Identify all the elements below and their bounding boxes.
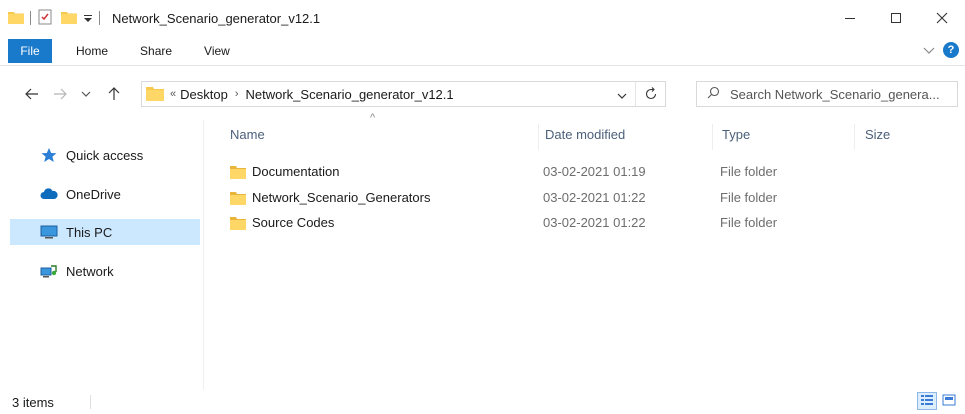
ribbon-right: ? [923, 42, 959, 58]
sidebar-item-this-pc[interactable]: This PC [10, 219, 200, 245]
forward-button[interactable] [50, 84, 70, 104]
overflow-chevron[interactable]: « [170, 88, 176, 100]
column-header-name[interactable]: Name [230, 127, 265, 147]
column-divider[interactable] [712, 124, 713, 150]
sort-indicator: ^ [370, 112, 376, 124]
breadcrumb-current-folder[interactable]: Network_Scenario_generator_v12.1 [246, 87, 454, 102]
file-type: File folder [720, 190, 778, 205]
folder-icon [230, 215, 246, 234]
file-name: Source Codes [252, 215, 335, 230]
sidebar-item-quick-access[interactable]: Quick access [10, 142, 200, 168]
refresh-button[interactable] [635, 82, 665, 106]
file-name: Network_Scenario_Generators [252, 190, 431, 205]
column-divider[interactable] [854, 124, 855, 150]
tab-file[interactable]: File [8, 38, 52, 63]
title-separator [99, 11, 100, 25]
folder-icon [230, 164, 246, 183]
maximize-button[interactable] [873, 0, 919, 36]
star-icon [40, 147, 58, 163]
navigation-pane: Quick access OneDrive This PC Network [0, 120, 203, 386]
file-name: Documentation [252, 164, 340, 179]
toolbar-separator [30, 11, 31, 25]
address-dropdown-icon[interactable] [617, 88, 627, 103]
search-box[interactable] [696, 81, 958, 107]
new-folder-icon[interactable] [61, 10, 77, 27]
column-header-date-modified[interactable]: Date modified [545, 127, 625, 147]
folder-icon [146, 85, 164, 104]
cloud-icon [40, 186, 58, 202]
up-button[interactable] [104, 84, 124, 104]
sidebar-item-label: Network [66, 263, 114, 279]
file-row-documentation[interactable]: Documentation 03-02-2021 01:19 File fold… [226, 160, 906, 184]
customize-toolbar-icon[interactable] [83, 11, 93, 26]
status-divider [90, 395, 91, 409]
details-view-icon [920, 394, 934, 409]
file-date-modified: 03-02-2021 01:19 [543, 164, 646, 179]
breadcrumb-separator[interactable]: › [235, 88, 239, 100]
file-date-modified: 03-02-2021 01:22 [543, 190, 646, 205]
file-date-modified: 03-02-2021 01:22 [543, 215, 646, 230]
breadcrumb-desktop[interactable]: Desktop [180, 87, 228, 102]
tab-share[interactable]: Share [124, 44, 188, 58]
network-icon [40, 263, 58, 279]
sidebar-item-onedrive[interactable]: OneDrive [10, 181, 200, 207]
window-title: Network_Scenario_generator_v12.1 [112, 10, 321, 26]
monitor-icon [40, 224, 58, 240]
properties-icon[interactable] [37, 9, 53, 28]
back-button[interactable] [22, 84, 42, 104]
file-row-source-codes[interactable]: Source Codes 03-02-2021 01:22 File folde… [226, 211, 906, 235]
search-icon [707, 86, 720, 102]
status-bar: 3 items [0, 390, 965, 414]
help-icon[interactable]: ? [943, 42, 959, 58]
navigation-bar: « Desktop › Network_Scenario_generator_v… [0, 66, 965, 120]
file-row-network-scenario-generators[interactable]: Network_Scenario_Generators 03-02-2021 0… [226, 186, 906, 210]
expand-ribbon-icon[interactable] [923, 43, 935, 58]
minimize-button[interactable] [827, 0, 873, 36]
large-icons-view-button[interactable] [939, 392, 959, 410]
tab-view[interactable]: View [188, 44, 246, 58]
large-icons-view-icon [942, 394, 956, 409]
close-button[interactable] [919, 0, 965, 36]
sidebar-item-label: OneDrive [66, 186, 121, 202]
title-bar: Network_Scenario_generator_v12.1 [0, 0, 965, 36]
quick-access-toolbar [0, 0, 106, 36]
sidebar-item-label: Quick access [66, 147, 144, 163]
item-count: 3 items [12, 395, 54, 410]
file-type: File folder [720, 215, 778, 230]
address-bar[interactable]: « Desktop › Network_Scenario_generator_v… [141, 81, 666, 107]
file-type: File folder [720, 164, 778, 179]
pane-divider [203, 120, 204, 390]
search-input[interactable] [730, 86, 952, 102]
sidebar-item-label: This PC [66, 224, 113, 240]
column-header-size[interactable]: Size [865, 127, 890, 147]
folder-icon [230, 190, 246, 209]
column-header-type[interactable]: Type [722, 127, 750, 147]
recent-locations-button[interactable] [76, 84, 96, 104]
ribbon: File Home Share View ? [0, 36, 965, 66]
view-switcher [917, 392, 959, 410]
sidebar-item-network[interactable]: Network [10, 258, 200, 284]
details-view-button[interactable] [917, 392, 937, 410]
window-controls [827, 0, 965, 36]
folder-icon [8, 10, 24, 27]
tab-home[interactable]: Home [52, 44, 124, 58]
column-divider[interactable] [538, 124, 539, 150]
